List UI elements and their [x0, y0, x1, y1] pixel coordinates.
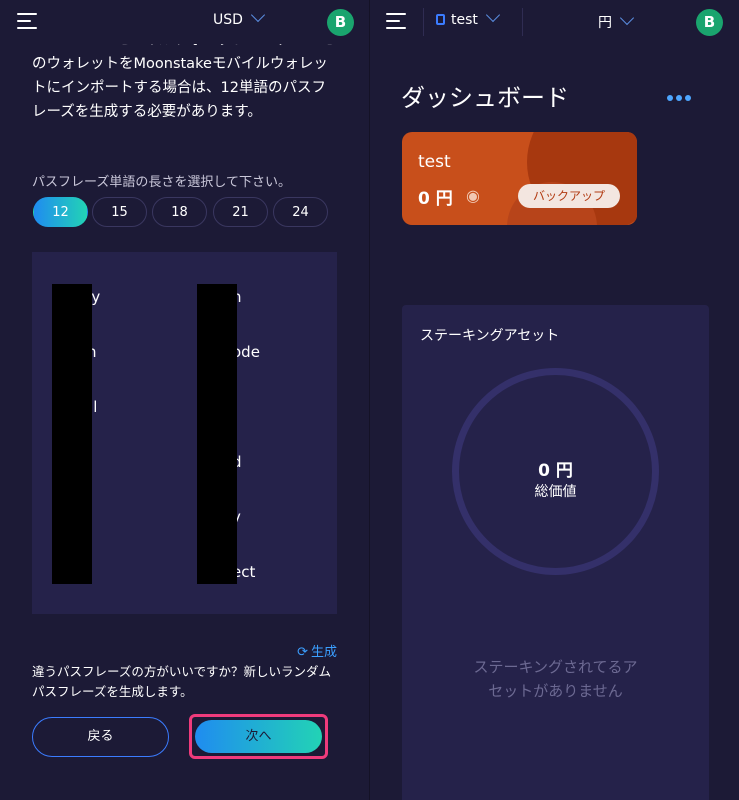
staking-donut: 0 円 総価値	[452, 368, 659, 575]
chevron-down-icon	[250, 7, 265, 23]
passphrase-panel: Moonstake モバイルウォレットユーザー： このウォレットをMoonsta…	[0, 0, 370, 800]
wallet-card-name: test	[418, 152, 451, 172]
currency-label: 円	[598, 15, 612, 31]
avatar[interactable]: B	[696, 9, 723, 36]
wallet-select[interactable]: test	[436, 7, 500, 28]
wallet-icon	[436, 14, 445, 25]
length-option-21[interactable]: 21	[213, 197, 268, 227]
page-title: ダッシュボード	[401, 84, 569, 112]
chevron-down-icon	[485, 7, 500, 23]
redaction-block	[52, 284, 92, 584]
chevron-down-icon	[619, 10, 635, 26]
left-topbar: USD B	[0, 0, 370, 44]
wallet-card-balance: 0 円	[418, 189, 453, 209]
back-button[interactable]: 戻る	[32, 717, 169, 757]
staking-title: ステーキングアセット	[420, 328, 560, 344]
dashboard-panel: test 円 B ダッシュボード test 0 円 ◉ バックアップ ステーキン…	[370, 0, 739, 800]
length-option-12[interactable]: 12	[33, 197, 88, 227]
currency-label: USD	[213, 12, 243, 28]
staking-total-label: 総価値	[534, 484, 577, 500]
staking-assets-card: ステーキングアセット 0 円 総価値 ステーキングされてるアセットがありません	[402, 305, 709, 800]
refresh-icon: ⟳	[297, 645, 308, 660]
passphrase-words: oly n n ode al d y y r ect	[32, 252, 337, 614]
regenerate-label: 生成	[310, 645, 337, 660]
topbar-separator	[423, 8, 424, 36]
right-topbar: test 円 B	[370, 0, 739, 44]
length-label: パスフレーズ単語の長さを選択して下さい。	[32, 175, 291, 190]
length-option-24[interactable]: 24	[273, 197, 328, 227]
staking-total-value: 0 円	[538, 461, 573, 481]
next-button[interactable]: 次へ	[195, 720, 322, 753]
menu-icon[interactable]	[17, 13, 39, 30]
more-options-icon[interactable]	[667, 86, 694, 105]
passphrase-description: Moonstake モバイルウォレットユーザー： このウォレットをMoonsta…	[32, 44, 337, 120]
currency-select[interactable]: 円	[598, 10, 635, 32]
redaction-block	[197, 284, 237, 584]
currency-select[interactable]: USD	[213, 7, 265, 28]
wallet-name: test	[451, 12, 478, 28]
menu-icon[interactable]	[386, 13, 408, 30]
next-button-highlight: 次へ	[189, 714, 328, 759]
eye-icon[interactable]: ◉	[466, 186, 480, 205]
description-clip: Moonstake モバイルウォレットユーザー： このウォレットをMoonsta…	[0, 44, 370, 152]
staking-empty-message: ステーキングされてるアセットがありません	[473, 658, 638, 700]
length-option-15[interactable]: 15	[92, 197, 147, 227]
regenerate-hint: 違うパスフレーズの方がいいですか？新しいランダムパスフレーズを生成します。	[32, 664, 332, 699]
length-option-18[interactable]: 18	[152, 197, 207, 227]
topbar-separator	[522, 8, 523, 36]
wallet-card[interactable]: test 0 円 ◉ バックアップ	[402, 132, 637, 225]
regenerate-button[interactable]: ⟳ 生成	[297, 641, 337, 660]
avatar[interactable]: B	[327, 9, 354, 36]
backup-button[interactable]: バックアップ	[518, 184, 620, 208]
